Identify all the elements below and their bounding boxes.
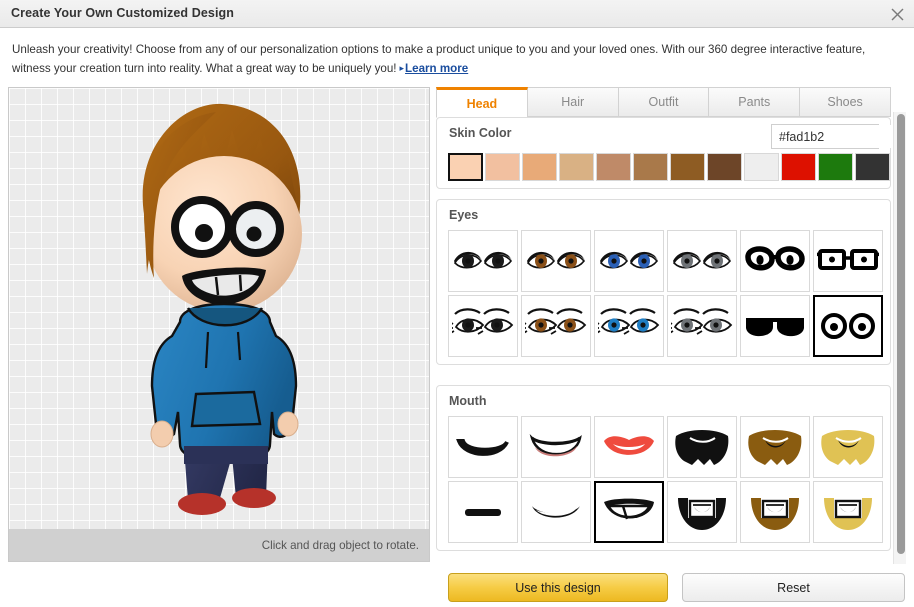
mouth-grin-teeth[interactable]: [594, 481, 664, 543]
skin-swatch-5[interactable]: [633, 153, 668, 181]
mouth-goatee-blond[interactable]: [813, 481, 883, 543]
panel-scrollbar-track[interactable]: [893, 112, 906, 564]
eyes-grey-plain[interactable]: [667, 230, 737, 292]
tab-hair[interactable]: Hair: [527, 87, 619, 117]
mouth-beard-black[interactable]: [667, 416, 737, 478]
tab-shoes[interactable]: Shoes: [800, 87, 891, 117]
tab-pants[interactable]: Pants: [709, 87, 801, 117]
mouth-thin-smile[interactable]: [521, 481, 591, 543]
preview-status-text: Click and drag object to rotate.: [261, 538, 419, 552]
eyes-grey-lashes[interactable]: [667, 295, 737, 357]
reset-button[interactable]: Reset: [682, 573, 905, 602]
panel-scrollbar-thumb[interactable]: [897, 114, 905, 554]
tab-head[interactable]: Head: [436, 87, 528, 118]
learn-more-wrap: ▸Learn more: [397, 62, 469, 75]
eyes-blue-plain[interactable]: [594, 230, 664, 292]
skin-swatch-3[interactable]: [559, 153, 594, 181]
mouth-straight-line[interactable]: [448, 481, 518, 543]
eyes-black-lashes[interactable]: [448, 295, 518, 357]
tab-outfit[interactable]: Outfit: [618, 87, 710, 117]
avatar-figure[interactable]: [104, 94, 334, 524]
use-this-design-button[interactable]: Use this design: [448, 573, 668, 602]
intro-paragraph: Unleash your creativity! Choose from any…: [12, 40, 902, 79]
mouth-open-smile-pink[interactable]: [521, 416, 591, 478]
avatar-canvas[interactable]: [9, 88, 429, 529]
mouth-beard-blond[interactable]: [813, 416, 883, 478]
mouth-goatee-brown[interactable]: [740, 481, 810, 543]
skin-swatch-11[interactable]: [855, 153, 890, 181]
eyes-brown-plain[interactable]: [521, 230, 591, 292]
skin-swatch-8[interactable]: [744, 153, 779, 181]
skin-swatch-2[interactable]: [522, 153, 557, 181]
skin-swatch-1[interactable]: [485, 153, 520, 181]
skin-swatch-0[interactable]: [448, 153, 483, 181]
eyes-sunglasses[interactable]: [740, 295, 810, 357]
skin-color-title: Skin Color: [449, 126, 512, 140]
eyes-cartoon-round[interactable]: [813, 295, 883, 357]
eyes-option-grid: [448, 230, 883, 357]
mouth-smile-black[interactable]: [448, 416, 518, 478]
skin-color-swatch-row: [448, 153, 890, 181]
skin-color-hex-field[interactable]: [771, 124, 914, 149]
eyes-brown-lashes[interactable]: [521, 295, 591, 357]
window-titlebar: Create Your Own Customized Design: [0, 0, 914, 28]
skin-swatch-6[interactable]: [670, 153, 705, 181]
customization-panel: HeadHairOutfitPantsShoes Skin Color Eyes…: [436, 87, 914, 567]
eyes-square-glasses[interactable]: [813, 230, 883, 292]
eyes-round-glasses[interactable]: [740, 230, 810, 292]
mouth-section: Mouth: [436, 385, 891, 551]
mouth-beard-brown[interactable]: [740, 416, 810, 478]
skin-color-section: Skin Color: [436, 117, 914, 189]
learn-more-link[interactable]: Learn more: [405, 62, 468, 75]
eyes-blue-lashes[interactable]: [594, 295, 664, 357]
window-title: Create Your Own Customized Design: [11, 6, 235, 20]
skin-swatch-4[interactable]: [596, 153, 631, 181]
skin-swatch-7[interactable]: [707, 153, 742, 181]
skin-swatch-9[interactable]: [781, 153, 816, 181]
dialog-footer: Use this design Reset: [436, 573, 906, 603]
mouth-title: Mouth: [449, 394, 487, 408]
eyes-title: Eyes: [449, 208, 479, 222]
close-icon[interactable]: [886, 4, 908, 24]
mouth-lips-red[interactable]: [594, 416, 664, 478]
avatar-preview-panel: Click and drag object to rotate.: [8, 87, 430, 562]
customization-tabs: Head Hair Outfit Pants Shoes: [436, 87, 891, 118]
mouth-goatee-black[interactable]: [667, 481, 737, 543]
preview-status-bar: Click and drag object to rotate.: [9, 529, 429, 561]
eyes-black-plain[interactable]: [448, 230, 518, 292]
eyes-section: Eyes: [436, 199, 891, 365]
chevron-right-icon: ▸: [399, 63, 405, 73]
mouth-option-grid: [448, 416, 883, 543]
skin-swatch-10[interactable]: [818, 153, 853, 181]
